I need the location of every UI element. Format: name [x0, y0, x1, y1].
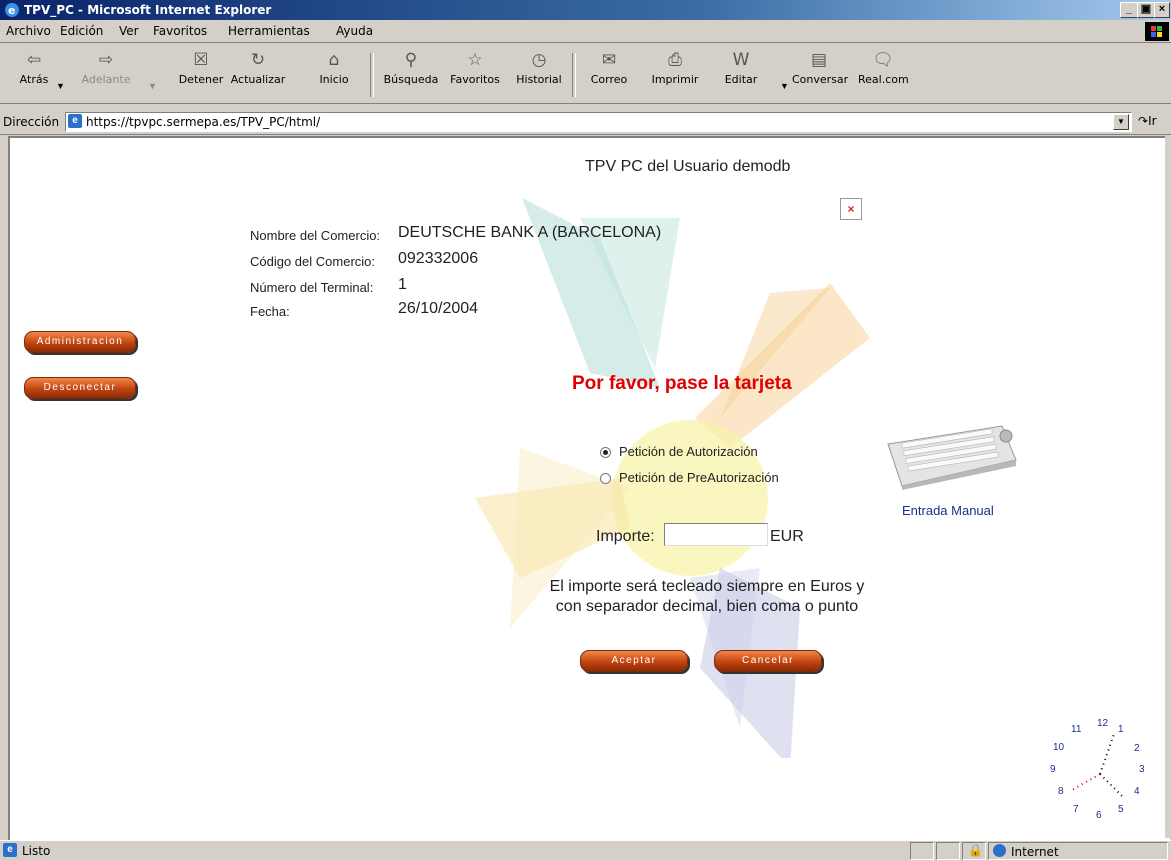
- windows-logo-icon: [1145, 22, 1169, 41]
- forward-button[interactable]: ⇨ Adelante: [78, 49, 134, 86]
- menu-ayuda[interactable]: Ayuda: [336, 24, 373, 38]
- address-dropdown-icon[interactable]: ▼: [1113, 114, 1129, 130]
- menu-bar: Archivo Edición Ver Favoritos Herramient…: [0, 20, 1171, 43]
- menu-herramientas[interactable]: Herramientas: [228, 24, 310, 38]
- admin-button[interactable]: Administracion: [24, 331, 136, 353]
- search-icon: ⚲: [404, 50, 418, 70]
- globe-icon: [993, 844, 1006, 857]
- ie-logo-icon: e: [5, 3, 19, 17]
- analog-clock: 12 1 2 3 4 5 6 7 8 9 10 11: [1036, 718, 1166, 828]
- favorites-icon: ☆: [467, 50, 483, 70]
- menu-favoritos[interactable]: Favoritos: [153, 24, 207, 38]
- print-icon: ⎙: [668, 50, 682, 70]
- realcom-icon: 🗨: [872, 50, 894, 70]
- refresh-button[interactable]: ↻ Actualizar: [228, 49, 288, 86]
- date-value: 26/10/2004: [398, 300, 479, 317]
- home-icon: ⌂: [328, 50, 340, 70]
- window-title: TPV_PC - Microsoft Internet Explorer: [24, 3, 272, 17]
- scrollbar[interactable]: [1165, 136, 1171, 838]
- toolbar: ⇦ Atrás ▼ ⇨ Adelante ▼ ☒ Detener ↻ Actualiza…: [0, 42, 1171, 104]
- address-label: Dirección: [3, 115, 60, 129]
- forward-arrow-icon: ⇨: [98, 50, 114, 70]
- stop-icon: ☒: [193, 50, 209, 70]
- status-panel: 🔒: [962, 842, 986, 860]
- disconnect-button[interactable]: Desconectar: [24, 377, 136, 399]
- mail-icon: ✉: [601, 50, 617, 70]
- accept-button[interactable]: Aceptar: [580, 650, 688, 672]
- page-content: TPV PC del Usuario demodb × Nombre del C…: [8, 136, 1170, 840]
- authorization-option[interactable]: Petición de Autorización: [600, 444, 758, 459]
- edit-button[interactable]: W Editar: [722, 49, 760, 86]
- status-text: Listo: [22, 844, 51, 858]
- discuss-icon: ▤: [810, 50, 828, 70]
- broken-image-icon: ×: [840, 198, 862, 220]
- zone-label: Internet: [1011, 845, 1059, 859]
- radio-authorization[interactable]: [600, 447, 611, 459]
- amount-input[interactable]: [664, 523, 768, 546]
- terminal-label: Número del Terminal:: [250, 280, 374, 295]
- svg-text:e: e: [8, 4, 15, 17]
- home-button[interactable]: ⌂ Inicio: [316, 49, 352, 86]
- amount-label: Importe:: [596, 528, 655, 545]
- address-input[interactable]: e https://tpvpc.sermepa.es/TPV_PC/html/ …: [65, 112, 1132, 132]
- keyboard-icon[interactable]: [884, 422, 1018, 490]
- discuss-button[interactable]: ▤ Conversar: [792, 49, 848, 86]
- status-panel: [910, 842, 934, 860]
- print-button[interactable]: ⎙ Imprimir: [650, 49, 700, 86]
- minimize-button[interactable]: _: [1120, 2, 1138, 18]
- swipe-card-prompt: Por favor, pase la tarjeta: [572, 373, 792, 394]
- address-url[interactable]: https://tpvpc.sermepa.es/TPV_PC/html/: [86, 115, 320, 129]
- merchant-name-value: DEUTSCHE BANK A (BARCELONA): [398, 224, 662, 241]
- search-button[interactable]: ⚲ Búsqueda: [382, 49, 440, 86]
- merchant-code-label: Código del Comercio:: [250, 254, 376, 269]
- title-bar: e TPV_PC - Microsoft Internet Explorer _…: [0, 0, 1171, 20]
- status-panel: [936, 842, 960, 860]
- close-button[interactable]: ×: [1154, 2, 1170, 18]
- toolbar-separator: [370, 53, 374, 97]
- address-bar: Dirección e https://tpvpc.sermepa.es/TPV…: [0, 110, 1171, 135]
- preauthorization-option[interactable]: Petición de PreAutorización: [600, 470, 779, 485]
- menu-archivo[interactable]: Archivo: [6, 24, 51, 38]
- radio-preauthorization[interactable]: [600, 473, 611, 485]
- lock-icon: 🔒: [968, 843, 983, 857]
- amount-note-line1: El importe será tecleado siempre en Euro…: [549, 578, 865, 595]
- toolbar-separator: [572, 53, 576, 97]
- currency-label: EUR: [770, 528, 804, 545]
- refresh-icon: ↻: [250, 50, 266, 70]
- back-button[interactable]: ⇦ Atrás: [14, 49, 54, 86]
- page-title: TPV PC del Usuario demodb: [585, 158, 791, 175]
- amount-note-line2: con separador decimal, bien coma o punto: [555, 598, 859, 615]
- merchant-code-value: 092332006: [398, 250, 479, 267]
- back-arrow-icon: ⇦: [26, 50, 42, 70]
- maximize-button[interactable]: ▣: [1137, 2, 1155, 18]
- merchant-name-label: Nombre del Comercio:: [250, 228, 381, 243]
- mail-button[interactable]: ✉ Correo: [588, 49, 630, 86]
- stop-button[interactable]: ☒ Detener: [176, 49, 226, 86]
- menu-edicion[interactable]: Edición: [60, 24, 103, 38]
- clock-hands: [1071, 733, 1123, 797]
- go-button[interactable]: ↷Ir: [1138, 114, 1157, 128]
- status-bar: e Listo 🔒 Internet: [0, 840, 1171, 860]
- edit-icon: W: [732, 50, 750, 70]
- back-dropdown-icon[interactable]: ▼: [56, 81, 65, 91]
- terminal-value: 1: [398, 276, 407, 293]
- forward-dropdown-icon[interactable]: ▼: [148, 81, 157, 91]
- menu-ver[interactable]: Ver: [119, 24, 139, 38]
- status-zone-panel: Internet: [988, 842, 1168, 860]
- edit-dropdown-icon[interactable]: ▼: [780, 81, 789, 91]
- go-arrow-icon: ↷: [1138, 114, 1149, 128]
- page-icon: e: [3, 843, 17, 857]
- favorites-button[interactable]: ☆ Favoritos: [446, 49, 504, 86]
- page-icon: e: [68, 114, 82, 128]
- date-label: Fecha:: [250, 304, 290, 319]
- manual-entry-link[interactable]: Entrada Manual: [902, 503, 994, 518]
- realcom-button[interactable]: 🗨 Real.com: [858, 49, 909, 86]
- history-icon: ◷: [531, 50, 547, 70]
- cancel-button[interactable]: Cancelar: [714, 650, 822, 672]
- history-button[interactable]: ◷ Historial: [514, 49, 564, 86]
